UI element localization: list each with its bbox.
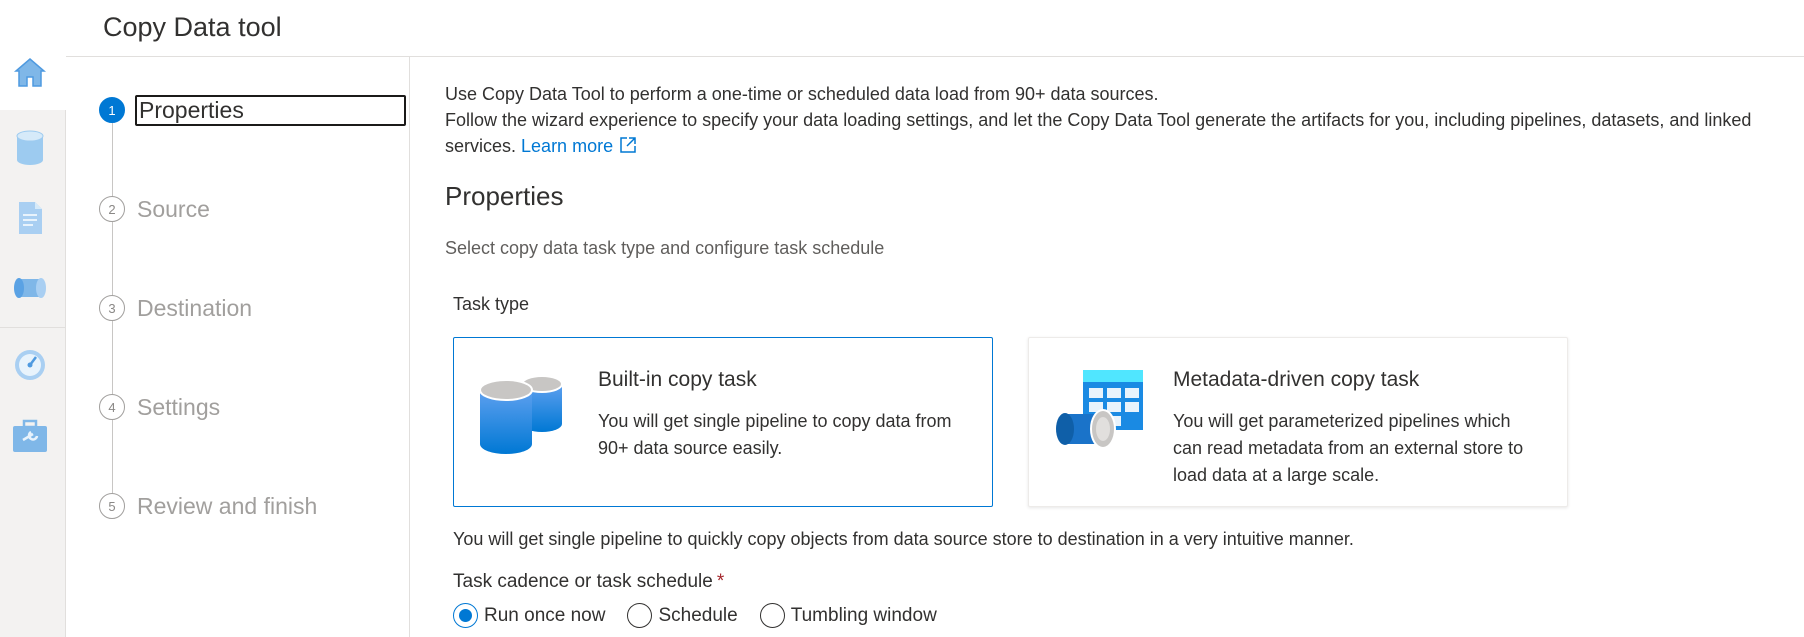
document-icon[interactable] (10, 198, 50, 238)
cadence-radio-group: Run once now Schedule Tumbling window (453, 603, 959, 628)
main-content: Use Copy Data Tool to perform a one-time… (445, 57, 1804, 628)
intro-line-1: Use Copy Data Tool to perform a one-time… (445, 84, 1159, 104)
card-title: Metadata-driven copy task (1173, 368, 1420, 391)
step-label: Properties (139, 96, 244, 123)
pipeline-icon[interactable] (10, 268, 50, 308)
metadata-table-pipeline-icon (1053, 368, 1149, 468)
card-title: Built-in copy task (598, 368, 757, 391)
metadata-driven-copy-task-card[interactable]: Metadata-driven copy task You will get p… (1028, 337, 1568, 507)
task-type-cards: Built-in copy task You will get single p… (453, 337, 1568, 507)
step-number: 2 (99, 196, 125, 222)
left-nav-rail (0, 0, 66, 637)
properties-subtitle: Select copy data task type and configure… (445, 238, 885, 258)
properties-heading: Properties (445, 181, 564, 211)
task-type-label: Task type (453, 294, 530, 314)
step-label: Source (137, 195, 210, 222)
radio-label: Run once now (484, 604, 606, 626)
step-focus-outline: Properties (135, 94, 406, 126)
monitor-gauge-icon[interactable] (10, 345, 50, 385)
step-number: 5 (99, 493, 125, 519)
radio-tumbling-window[interactable]: Tumbling window (759, 603, 937, 628)
card-description: You will get single pipeline to copy dat… (598, 411, 952, 458)
step-settings[interactable]: 4 Settings (99, 389, 220, 425)
page-header: Copy Data tool (66, 0, 1804, 57)
radio-button[interactable] (759, 603, 785, 628)
intro-line-2: Follow the wizard experience to specify … (445, 107, 1804, 161)
builtin-copy-task-card[interactable]: Built-in copy task You will get single p… (453, 337, 993, 507)
step-number: 4 (99, 394, 125, 420)
database-icon[interactable] (10, 128, 50, 168)
learn-more-link[interactable]: Learn more (521, 136, 637, 156)
step-label: Settings (137, 393, 221, 420)
required-marker: * (716, 571, 725, 592)
radio-schedule[interactable]: Schedule (627, 603, 738, 628)
home-icon[interactable] (10, 52, 50, 92)
step-label: Destination (137, 294, 253, 321)
step-destination[interactable]: 3 Destination (99, 290, 252, 326)
wizard-steps: 1 Properties 2 Source 3 Destination 4 Se… (66, 57, 410, 637)
step-source[interactable]: 2 Source (99, 191, 210, 227)
step-number: 1 (99, 97, 125, 123)
radio-button[interactable] (627, 603, 653, 628)
step-properties[interactable]: 1 Properties (99, 92, 406, 128)
radio-button-checked[interactable] (453, 603, 478, 628)
step-review-and-finish[interactable]: 5 Review and finish (99, 488, 317, 524)
task-type-description: You will get single pipeline to quickly … (453, 529, 1354, 549)
external-link-icon (619, 135, 637, 161)
radio-run-once-now[interactable]: Run once now (453, 603, 605, 628)
radio-label: Schedule (658, 604, 738, 626)
step-label: Review and finish (137, 492, 318, 519)
card-description: You will get parameterized pipelines whi… (1173, 411, 1524, 485)
intro-text: Use Copy Data Tool to perform a one-time… (445, 81, 1804, 161)
step-number: 3 (99, 295, 125, 321)
database-copy-icon (478, 368, 574, 468)
task-cadence-label: Task cadence or task schedule * (453, 571, 725, 592)
page-title: Copy Data tool (103, 12, 282, 42)
radio-label: Tumbling window (790, 604, 937, 626)
toolbox-icon[interactable] (10, 416, 50, 456)
